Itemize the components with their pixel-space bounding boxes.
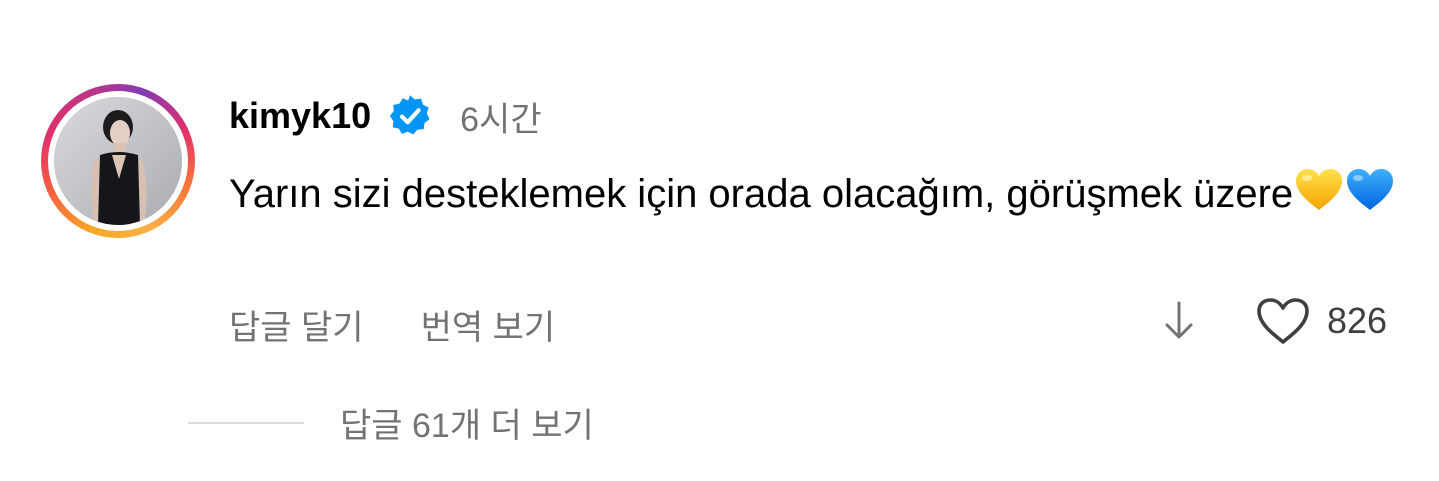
replies-divider-line (188, 421, 304, 424)
comment-text: Yarın sizi desteklemek için orada olacağ… (229, 172, 1294, 216)
reply-button[interactable]: 답글 달기 (229, 300, 364, 349)
like-count: 826 (1327, 300, 1388, 341)
avatar-ring-gap (48, 91, 188, 231)
username[interactable]: kimyk10 (229, 95, 371, 137)
yellow-heart-emoji (1296, 169, 1343, 210)
translate-button[interactable]: 번역 보기 (421, 300, 556, 349)
comment-actions: 답글 달기 번역 보기 (229, 300, 555, 349)
arrow-down-icon[interactable] (1162, 299, 1196, 343)
view-replies-button[interactable]: 답글 61개 더 보기 (188, 398, 594, 447)
blue-heart-emoji (1347, 169, 1394, 210)
avatar-story-ring[interactable] (41, 84, 195, 238)
view-replies-label[interactable]: 답글 61개 더 보기 (340, 398, 594, 447)
avatar[interactable] (54, 97, 182, 225)
comment-header: kimyk10 6시간 (229, 92, 542, 140)
timestamp: 6시간 (460, 100, 542, 139)
heart-outline-icon[interactable] (1255, 296, 1311, 346)
like-button[interactable]: 826 (1255, 296, 1387, 346)
verified-badge-icon (390, 95, 430, 135)
comment-body: Yarın sizi desteklemek için orada olacağ… (229, 166, 1409, 222)
avatar-photo (54, 97, 182, 225)
